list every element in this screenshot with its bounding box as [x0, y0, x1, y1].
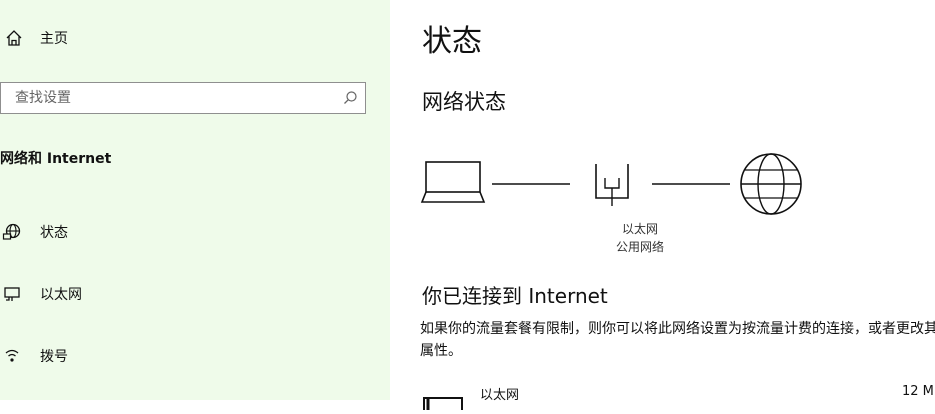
sidebar-item-label: 拨号 — [40, 349, 68, 365]
ethernet-icon — [423, 397, 463, 410]
sidebar-item-status[interactable]: 状态 — [2, 222, 68, 242]
search-button[interactable] — [335, 83, 365, 113]
ethernet-adapter-icon — [595, 164, 629, 206]
connection-status-description: 如果你的流量套餐有限制，则你可以将此网络设置为按流量计费的连接，或者更改其他属性… — [420, 321, 935, 359]
internet-globe-icon — [740, 153, 802, 215]
connection-status-heading: 你已连接到 Internet — [422, 284, 608, 308]
sidebar-item-label: 主页 — [40, 31, 68, 47]
search-icon — [344, 91, 357, 104]
globe-status-icon — [2, 223, 21, 240]
adapter-bytes: 12 M — [902, 384, 934, 399]
computer-icon — [420, 161, 486, 203]
network-profile-label: 公用网络 — [615, 240, 664, 254]
home-icon — [6, 30, 22, 46]
network-diagram-graphic — [420, 153, 802, 215]
network-status-heading: 网络状态 — [422, 90, 506, 114]
search-input[interactable] — [1, 89, 335, 107]
sidebar-item-label: 状态 — [40, 225, 68, 241]
dialup-icon — [5, 349, 19, 362]
search-box[interactable] — [0, 82, 366, 114]
adapter-row[interactable]: 以太网 12 M — [422, 384, 935, 414]
network-diagram: 以太网 公用网络 — [420, 148, 820, 263]
main-content: 状态 网络状态 以太网 公用网络 你已连接到 Internet 如果你的流量套餐… — [390, 0, 935, 410]
page-title: 状态 — [422, 24, 482, 59]
section-title: 网络和 Internet — [0, 151, 112, 167]
connection-type-label: 以太网 — [621, 222, 658, 236]
ethernet-icon — [4, 287, 20, 301]
sidebar: 主页 网络和 Internet 状态 以太网 — [0, 0, 390, 400]
sidebar-item-ethernet[interactable]: 以太网 — [2, 284, 82, 304]
sidebar-item-home[interactable]: 主页 — [4, 28, 68, 48]
sidebar-item-dialup[interactable]: 拨号 — [2, 346, 68, 366]
sidebar-item-label: 以太网 — [40, 287, 82, 303]
adapter-name: 以太网 — [480, 388, 520, 403]
